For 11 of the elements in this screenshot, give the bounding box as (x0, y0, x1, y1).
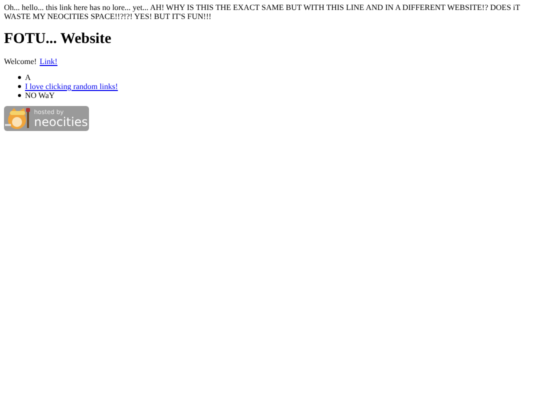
bullet-icon (18, 85, 21, 88)
badge-title: neocities (34, 116, 88, 128)
list-link[interactable]: I love clicking random links! (25, 82, 118, 91)
list-item: A (25, 73, 31, 82)
list-item: NO WaY (25, 91, 55, 100)
link[interactable]: Link! (40, 57, 58, 66)
page-heading: FOTU... Website (4, 31, 112, 47)
bullet-icon (18, 76, 21, 79)
welcome-text: Welcome! (4, 57, 37, 66)
intro-paragraph: Oh... hello... this link here has no lore... yet... AH! WHY IS THIS THE EXACT SAME BUT WITH THIS LINE AND IN A DIFFERENT WEBSITE!? DOES iT WASTE MY NEOCITIES SPACE!!?!?! YES! BUT IT'S FUN!!! (4, 3, 521, 21)
bullet-icon (18, 94, 21, 97)
